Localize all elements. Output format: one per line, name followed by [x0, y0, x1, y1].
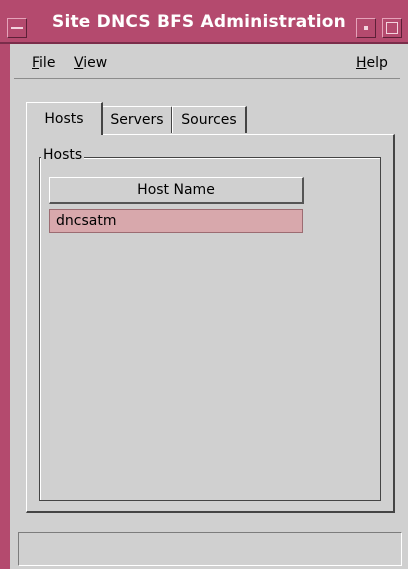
- menu-file-mnemonic: F: [32, 55, 40, 71]
- tab-hosts[interactable]: Hosts: [26, 102, 103, 135]
- title-bar[interactable]: Site DNCS BFS Administration: [0, 0, 408, 44]
- host-list-row[interactable]: dncsatm: [49, 209, 303, 233]
- hosts-group-title: Hosts: [41, 147, 85, 163]
- menu-view-mnemonic: V: [74, 55, 84, 71]
- host-name-column-header[interactable]: Host Name: [49, 177, 304, 204]
- window-left-border: [0, 0, 10, 569]
- window-menu-icon: [11, 27, 23, 29]
- menu-help-rest: elp: [366, 55, 388, 71]
- maximize-icon: [386, 22, 398, 34]
- menu-help[interactable]: Help: [356, 55, 388, 71]
- hosts-tab-panel: Hosts Host Name dncsatm: [26, 134, 395, 513]
- minimize-icon: [364, 26, 368, 30]
- menu-file[interactable]: File: [32, 55, 55, 71]
- tab-servers[interactable]: Servers: [102, 106, 173, 133]
- tab-sources[interactable]: Sources: [172, 106, 247, 133]
- menu-view[interactable]: View: [74, 55, 107, 71]
- minimize-button[interactable]: [356, 18, 376, 38]
- menu-bar: File View Help: [14, 48, 400, 79]
- window-menu-button[interactable]: [7, 18, 27, 38]
- menu-help-mnemonic: H: [356, 55, 367, 71]
- maximize-button[interactable]: [382, 18, 402, 38]
- menu-view-rest: iew: [83, 55, 108, 71]
- application-window: Site DNCS BFS Administration File View H…: [0, 0, 408, 569]
- status-bar: [18, 532, 402, 566]
- menu-file-rest: ile: [39, 55, 56, 71]
- window-title: Site DNCS BFS Administration: [52, 12, 346, 32]
